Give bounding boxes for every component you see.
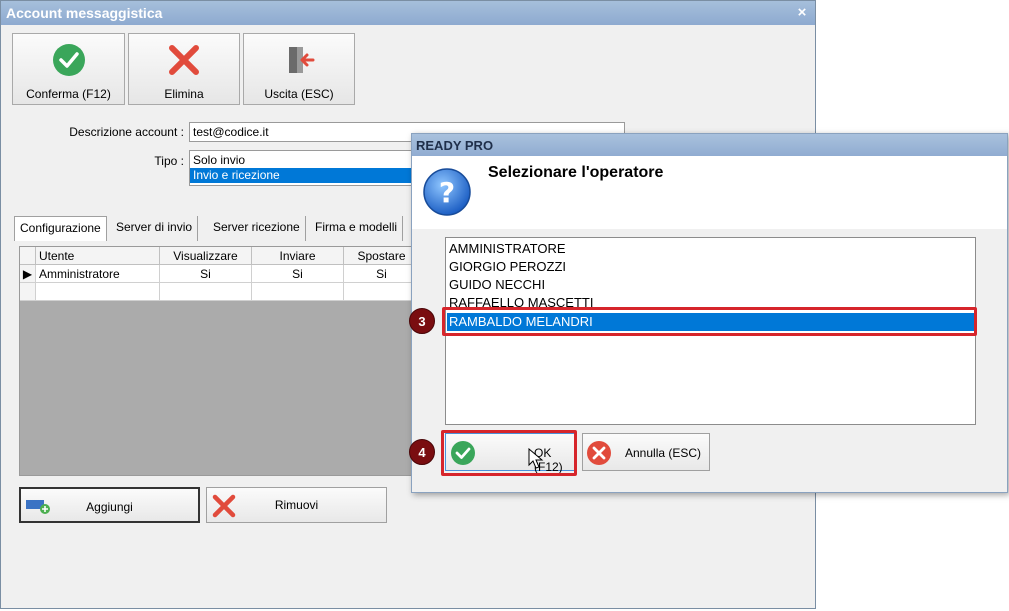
dialog-title: READY PRO xyxy=(416,138,494,153)
remove-button-label: Rimuovi xyxy=(274,498,319,512)
main-window-title: Account messaggistica xyxy=(6,5,163,21)
tab-firma-modelli[interactable]: Firma e modelli xyxy=(310,216,404,241)
grid-new-row-cell[interactable] xyxy=(36,283,160,301)
row-indicator-arrow-icon: ▶ xyxy=(20,265,36,283)
operator-item[interactable]: GIORGIO PEROZZI xyxy=(449,258,566,276)
tab-server-invio[interactable]: Server di invio xyxy=(111,216,199,241)
highlight-box-ok xyxy=(441,430,577,476)
delete-button-label: Elimina xyxy=(164,87,204,101)
dialog-heading: Selezionare l'operatore xyxy=(488,164,664,181)
svg-text:?: ? xyxy=(439,176,455,209)
grid-cell-inviare[interactable]: Si xyxy=(252,265,344,283)
grid-header-inviare[interactable]: Inviare xyxy=(252,247,344,265)
grid-header-spostare[interactable]: Spostare xyxy=(344,247,420,265)
grid-new-row-cell[interactable] xyxy=(252,283,344,301)
add-button[interactable]: Aggiungi xyxy=(19,487,200,523)
delete-button[interactable]: Elimina xyxy=(128,33,240,105)
dialog-titlebar: READY PRO xyxy=(412,134,1007,156)
add-button-label: Aggiungi xyxy=(86,500,133,514)
exit-button-label: Uscita (ESC) xyxy=(264,87,334,101)
type-label: Tipo : xyxy=(154,154,184,168)
confirm-button[interactable]: Conferma (F12) xyxy=(12,33,125,105)
grid-cell-visualizzare[interactable]: Si xyxy=(160,265,252,283)
grid-cell-spostare[interactable]: Si xyxy=(344,265,420,283)
operator-item[interactable]: AMMINISTRATORE xyxy=(449,240,566,258)
step-badge-4: 4 xyxy=(409,439,435,465)
grid-new-row-cell[interactable] xyxy=(344,283,420,301)
tab-configurazione[interactable]: Configurazione xyxy=(14,216,107,241)
exit-door-icon xyxy=(289,47,315,73)
delete-x-icon xyxy=(169,45,199,75)
operator-item[interactable]: GUIDO NECCHI xyxy=(449,276,545,294)
confirm-button-label: Conferma (F12) xyxy=(26,87,111,101)
grid-cell-user[interactable]: Amministratore xyxy=(36,265,160,283)
cancel-icon xyxy=(587,441,611,465)
grid-header-visualizzare[interactable]: Visualizzare xyxy=(160,247,252,265)
checkmark-icon xyxy=(52,44,85,76)
question-icon: ? xyxy=(423,168,471,216)
tab-server-ricezione[interactable]: Server ricezione xyxy=(208,216,306,241)
grid-header-utente[interactable]: Utente xyxy=(36,247,160,265)
grid-corner xyxy=(20,247,36,265)
main-titlebar: Account messaggistica × xyxy=(1,1,815,25)
step-badge-3: 3 xyxy=(409,308,435,334)
grid-new-row-cell[interactable] xyxy=(160,283,252,301)
exit-button[interactable]: Uscita (ESC) xyxy=(243,33,355,105)
account-description-label: Descrizione account : xyxy=(69,125,184,139)
cancel-button-label: Annulla (ESC) xyxy=(625,446,702,460)
users-grid[interactable]: Utente Visualizzare Inviare Spostare ▶ A… xyxy=(19,246,420,476)
close-icon[interactable]: × xyxy=(793,4,811,22)
new-row-indicator xyxy=(20,283,36,301)
remove-button[interactable]: Rimuovi xyxy=(206,487,387,523)
highlight-box-operator xyxy=(442,307,977,336)
cancel-button[interactable]: Annulla (ESC) xyxy=(582,433,710,471)
